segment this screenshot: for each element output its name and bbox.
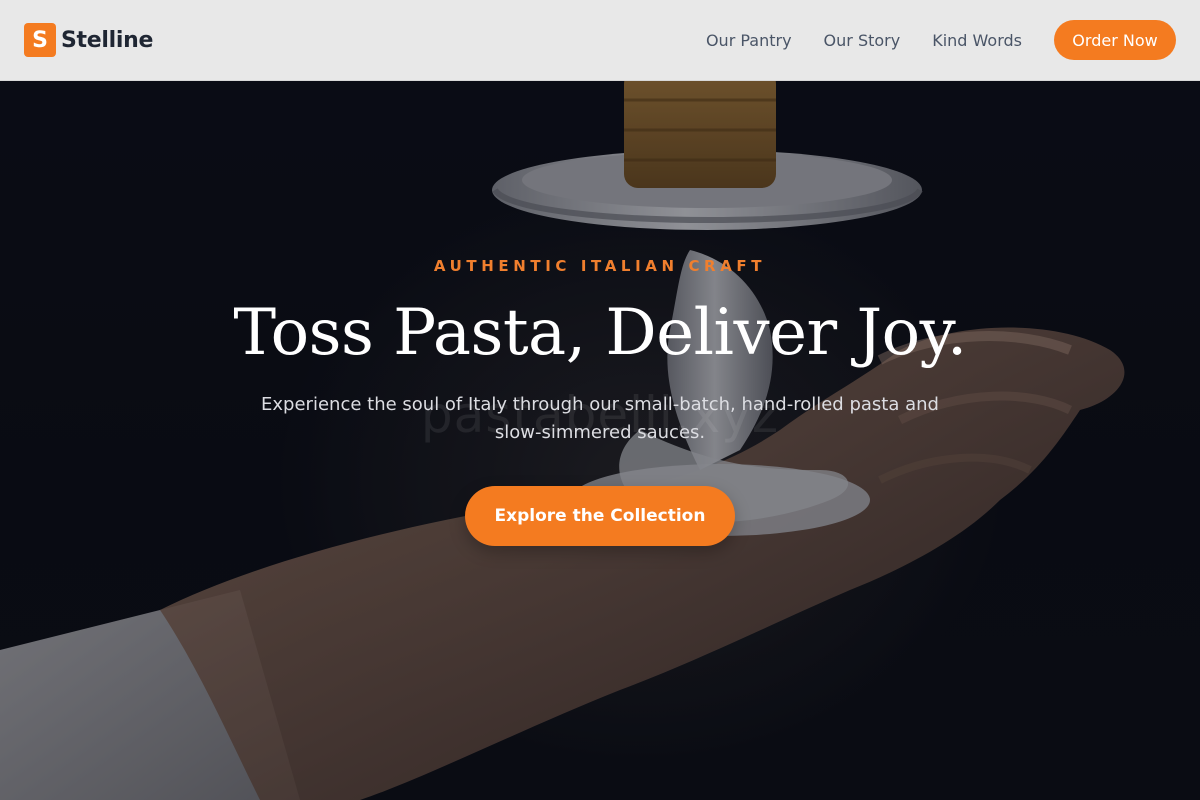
brand-logo[interactable]: S Stelline bbox=[24, 23, 153, 57]
order-now-button[interactable]: Order Now bbox=[1054, 20, 1176, 60]
explore-collection-button[interactable]: Explore the Collection bbox=[465, 486, 735, 546]
hero-headline: Toss Pasta, Deliver Joy. bbox=[233, 296, 967, 370]
nav-menu: Our Pantry Our Story Kind Words Order No… bbox=[706, 20, 1176, 60]
nav-link-our-story[interactable]: Our Story bbox=[824, 31, 901, 50]
navbar: S Stelline Our Pantry Our Story Kind Wor… bbox=[0, 0, 1200, 81]
nav-link-our-pantry[interactable]: Our Pantry bbox=[706, 31, 792, 50]
nav-link-kind-words[interactable]: Kind Words bbox=[932, 31, 1022, 50]
brand-mark-icon: S bbox=[24, 23, 56, 57]
page: pastabelli.xyz S Stelline Our Pantry Our… bbox=[0, 0, 1200, 800]
hero-subheadline: Experience the soul of Italy through our… bbox=[261, 394, 939, 443]
brand-name: Stelline bbox=[61, 27, 154, 53]
hero-eyebrow: AUTHENTIC ITALIAN CRAFT bbox=[433, 257, 767, 275]
